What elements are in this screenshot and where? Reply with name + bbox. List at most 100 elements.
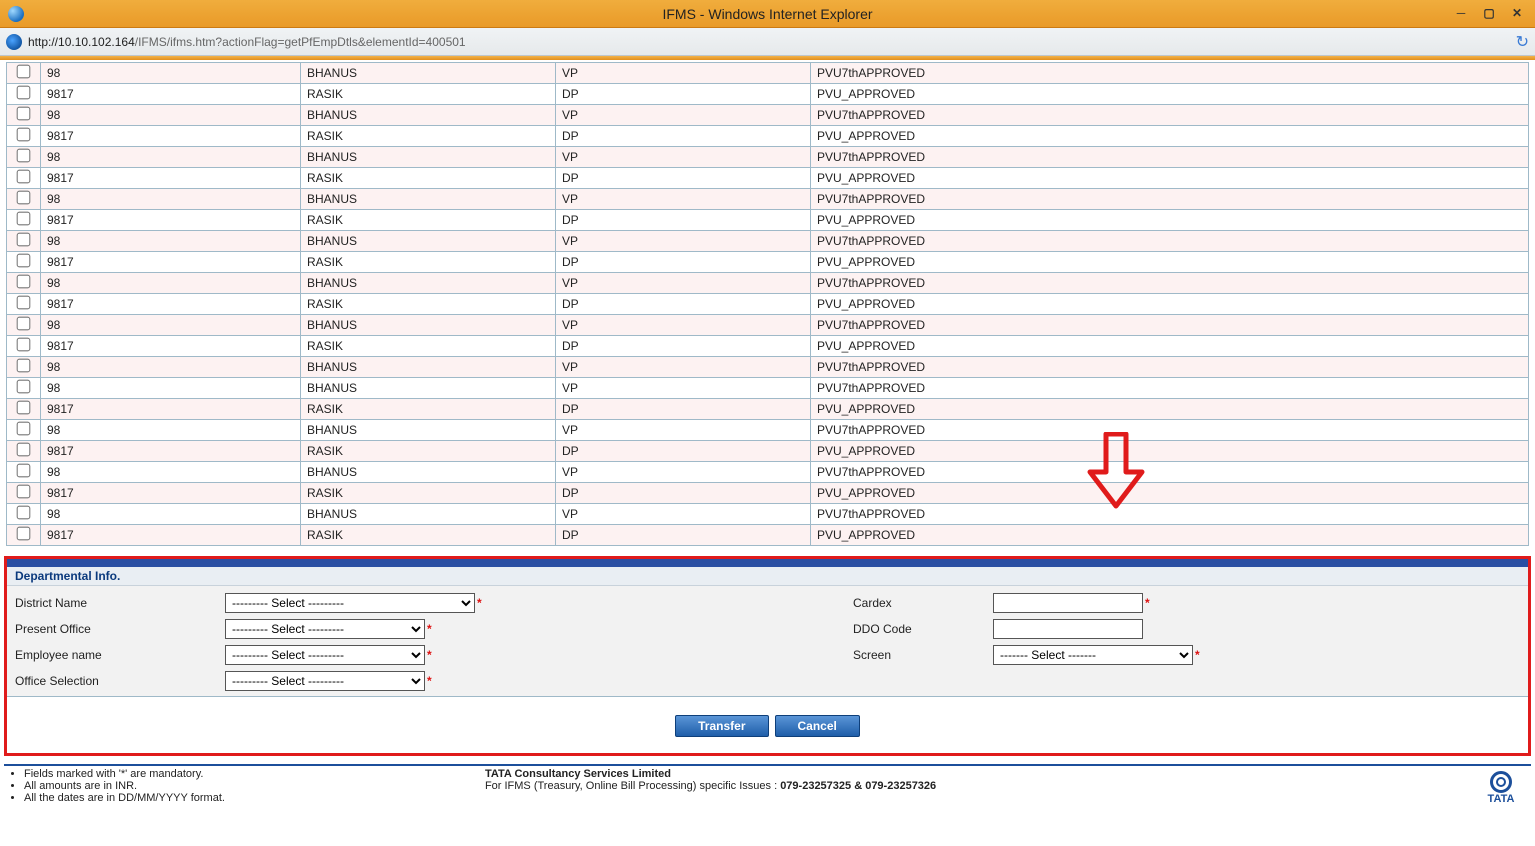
- row-checkbox[interactable]: [17, 170, 31, 184]
- required-asterisk: *: [1195, 648, 1200, 662]
- cell-c1: 9817: [41, 84, 301, 105]
- cell-c4: PVU7thAPPROVED: [811, 63, 1529, 84]
- reload-icon[interactable]: ↻: [1516, 32, 1529, 52]
- table-row: 98BHANUSVPPVU7thAPPROVED: [7, 315, 1529, 336]
- row-checkbox[interactable]: [17, 527, 31, 541]
- row-checkbox[interactable]: [17, 338, 31, 352]
- url-display[interactable]: http://10.10.102.164/IFMS/ifms.htm?actio…: [28, 35, 466, 49]
- row-checkbox-cell: [7, 189, 41, 210]
- close-button[interactable]: ✕: [1505, 4, 1529, 22]
- row-checkbox[interactable]: [17, 149, 31, 163]
- district-select[interactable]: --------- Select ---------: [225, 593, 475, 613]
- row-checkbox-cell: [7, 420, 41, 441]
- cell-c1: 98: [41, 420, 301, 441]
- table-row: 98BHANUSVPPVU7thAPPROVED: [7, 273, 1529, 294]
- cell-c2: RASIK: [301, 84, 556, 105]
- row-checkbox[interactable]: [17, 464, 31, 478]
- cell-c1: 9817: [41, 168, 301, 189]
- cell-c2: BHANUS: [301, 63, 556, 84]
- tata-logo: TATA: [1475, 768, 1527, 808]
- row-checkbox[interactable]: [17, 212, 31, 226]
- table-row: 9817RASIKDPPVU_APPROVED: [7, 168, 1529, 189]
- cell-c4: PVU7thAPPROVED: [811, 273, 1529, 294]
- cell-c3: VP: [556, 462, 811, 483]
- footer-org: TATA Consultancy Services Limited: [485, 768, 1475, 780]
- cell-c2: BHANUS: [301, 504, 556, 525]
- cardex-label: Cardex: [853, 596, 993, 610]
- row-checkbox[interactable]: [17, 317, 31, 331]
- cell-c2: BHANUS: [301, 462, 556, 483]
- row-checkbox[interactable]: [17, 275, 31, 289]
- row-checkbox[interactable]: [17, 107, 31, 121]
- cell-c2: RASIK: [301, 441, 556, 462]
- cell-c4: PVU7thAPPROVED: [811, 105, 1529, 126]
- cancel-button[interactable]: Cancel: [775, 715, 860, 737]
- panel-title: Departmental Info.: [7, 567, 1528, 586]
- required-asterisk: *: [427, 674, 432, 688]
- screen-select[interactable]: ------- Select -------: [993, 645, 1193, 665]
- row-checkbox[interactable]: [17, 422, 31, 436]
- row-checkbox[interactable]: [17, 86, 31, 100]
- row-checkbox[interactable]: [17, 380, 31, 394]
- required-asterisk: *: [1145, 596, 1150, 610]
- cell-c1: 98: [41, 504, 301, 525]
- cell-c3: DP: [556, 294, 811, 315]
- present-office-label: Present Office: [15, 622, 225, 636]
- row-checkbox[interactable]: [17, 65, 31, 79]
- cell-c1: 98: [41, 189, 301, 210]
- row-checkbox[interactable]: [17, 485, 31, 499]
- cell-c3: DP: [556, 399, 811, 420]
- cell-c2: BHANUS: [301, 147, 556, 168]
- cell-c3: DP: [556, 525, 811, 546]
- row-checkbox[interactable]: [17, 506, 31, 520]
- cell-c4: PVU_APPROVED: [811, 336, 1529, 357]
- cell-c4: PVU7thAPPROVED: [811, 504, 1529, 525]
- table-row: 9817RASIKDPPVU_APPROVED: [7, 525, 1529, 546]
- cell-c4: PVU7thAPPROVED: [811, 315, 1529, 336]
- row-checkbox[interactable]: [17, 296, 31, 310]
- row-checkbox[interactable]: [17, 128, 31, 142]
- table-row: 9817RASIKDPPVU_APPROVED: [7, 210, 1529, 231]
- row-checkbox-cell: [7, 378, 41, 399]
- employee-select[interactable]: --------- Select ---------: [225, 645, 425, 665]
- minimize-button[interactable]: ─: [1449, 4, 1473, 22]
- row-checkbox-cell: [7, 441, 41, 462]
- row-checkbox-cell: [7, 483, 41, 504]
- cell-c2: BHANUS: [301, 315, 556, 336]
- cardex-input[interactable]: [993, 593, 1143, 613]
- cell-c4: PVU7thAPPROVED: [811, 378, 1529, 399]
- cell-c2: BHANUS: [301, 189, 556, 210]
- footer-center: TATA Consultancy Services Limited For IF…: [225, 768, 1475, 792]
- cell-c1: 98: [41, 357, 301, 378]
- required-asterisk: *: [477, 596, 482, 610]
- table-row: 98BHANUSVPPVU7thAPPROVED: [7, 357, 1529, 378]
- cell-c3: DP: [556, 84, 811, 105]
- ddo-code-input[interactable]: [993, 619, 1143, 639]
- table-row: 98BHANUSVPPVU7thAPPROVED: [7, 504, 1529, 525]
- footer: Fields marked with '*' are mandatory. Al…: [0, 766, 1535, 812]
- table-row: 9817RASIKDPPVU_APPROVED: [7, 399, 1529, 420]
- row-checkbox[interactable]: [17, 254, 31, 268]
- row-checkbox-cell: [7, 357, 41, 378]
- ddo-code-label: DDO Code: [853, 622, 993, 636]
- tata-logo-icon: [1490, 771, 1512, 793]
- row-checkbox[interactable]: [17, 359, 31, 373]
- table-row: 9817RASIKDPPVU_APPROVED: [7, 483, 1529, 504]
- cell-c3: VP: [556, 378, 811, 399]
- maximize-button[interactable]: ▢: [1477, 4, 1501, 22]
- row-checkbox[interactable]: [17, 233, 31, 247]
- row-checkbox[interactable]: [17, 191, 31, 205]
- cell-c4: PVU7thAPPROVED: [811, 147, 1529, 168]
- cell-c2: BHANUS: [301, 378, 556, 399]
- present-office-select[interactable]: --------- Select ---------: [225, 619, 425, 639]
- tata-logo-text: TATA: [1488, 793, 1515, 805]
- transfer-button[interactable]: Transfer: [675, 715, 768, 737]
- row-checkbox[interactable]: [17, 401, 31, 415]
- row-checkbox-cell: [7, 105, 41, 126]
- office-selection-select[interactable]: --------- Select ---------: [225, 671, 425, 691]
- row-checkbox[interactable]: [17, 443, 31, 457]
- row-checkbox-cell: [7, 252, 41, 273]
- employee-table: 98BHANUSVPPVU7thAPPROVED9817RASIKDPPVU_A…: [6, 62, 1529, 546]
- window-title: IFMS - Windows Internet Explorer: [0, 6, 1535, 22]
- cell-c2: RASIK: [301, 252, 556, 273]
